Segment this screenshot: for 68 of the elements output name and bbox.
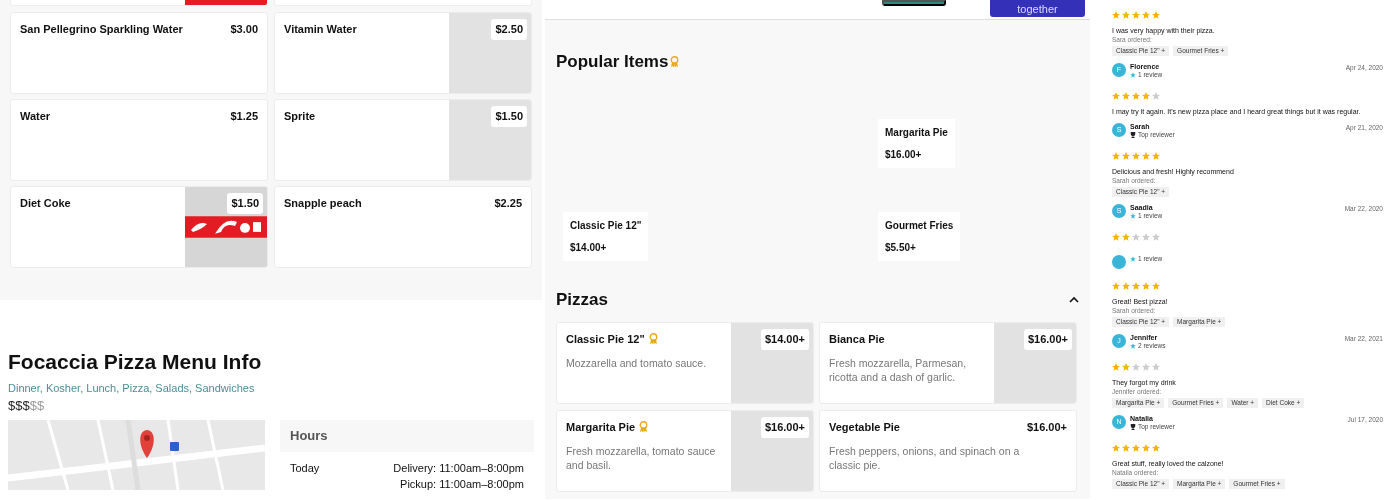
item-price: $14.00+ — [570, 240, 608, 255]
item-name: Bianca Pie — [829, 332, 885, 347]
hours-text: Delivery: 11:00am–8:00pm — [393, 460, 524, 476]
category-links[interactable]: Dinner, Kosher, Lunch, Pizza, Salads, Sandwiches — [8, 379, 534, 396]
price-tag: $16.00+ — [1023, 329, 1072, 350]
item-name: Vitamin Water — [284, 22, 357, 37]
item-name: Margarita Pie — [885, 125, 948, 140]
star-icon — [1130, 256, 1136, 262]
header-button[interactable] — [882, 0, 946, 6]
price-tag: $1.50 — [227, 193, 263, 214]
item-name: Snapple peach — [284, 196, 362, 211]
price-level-sign: $ — [22, 397, 30, 415]
section-title: Focaccia Pizza Menu Info — [8, 349, 263, 375]
item-description: Fresh mozzarella, Parmesan, ricotta and a dash of garlic. — [829, 355, 968, 384]
item-name: Vegetable Pie — [829, 420, 900, 435]
item-name: Water — [20, 109, 51, 124]
item-name: Classic Pie 12" — [570, 218, 642, 233]
section-title: Pizzas — [556, 288, 608, 311]
day-label: Today — [290, 460, 320, 476]
price-level-sign: $ — [29, 397, 37, 415]
item-description: Fresh mozzarella, tomato sauce and basil. — [566, 443, 717, 472]
item-price: $3.00 — [230, 22, 258, 37]
star-icon — [1130, 213, 1136, 219]
section-title: Popular Items — [556, 51, 669, 73]
menu-card[interactable]: Water $1.25 — [10, 99, 268, 181]
star-icon — [1130, 72, 1136, 78]
item-name: Classic Pie 12" — [566, 332, 645, 347]
popular-item-card[interactable]: Classic Pie 12" $14.00+ — [563, 211, 649, 261]
item-description: Mozzarella and tomato sauce. — [566, 355, 708, 370]
menu-card[interactable]: Bianca Pie Fresh mozzarella, Parmesan, ricotta and a dash of garlic. $16.00+ — [819, 322, 1077, 404]
popular-item-card[interactable]: Margarita Pie $16.00+ — [878, 118, 955, 168]
menu-card[interactable]: Classic Pie 12" Mozzarella and tomato sauce. $14.00+ — [556, 322, 814, 404]
menu-card[interactable]: Diet Coke $1.50 — [10, 186, 268, 268]
price-tag: $16.00+ — [760, 417, 809, 438]
header-button[interactable]: together — [990, 0, 1085, 17]
price-level-sign: $ — [36, 397, 45, 415]
item-name: Sprite — [284, 109, 316, 124]
item-name: Gourmet Fries — [885, 218, 954, 233]
price-level-sign: $ — [8, 397, 16, 415]
item-price: $16.00+ — [1026, 420, 1067, 435]
item-price: $16.00+ — [885, 147, 923, 162]
item-name: Diet Coke — [20, 196, 71, 211]
menu-card[interactable]: San Pellegrino Sparkling Water $3.00 — [10, 12, 268, 94]
avatar — [1112, 255, 1126, 269]
item-price: $1.25 — [230, 109, 258, 124]
hours-text: Pickup: 11:00am–8:00pm — [399, 477, 524, 492]
hours-title: Hours — [280, 419, 534, 452]
item-description: Fresh peppers, onions, and spinach on a classic pie. — [829, 443, 1021, 472]
item-price: $5.50+ — [885, 240, 917, 255]
popular-item-card[interactable]: Gourmet Fries $5.50+ — [878, 211, 961, 261]
menu-card[interactable]: Margarita Pie Fresh mozzarella, tomato sauce and basil. $16.00+ — [556, 410, 814, 492]
trophy-icon — [1130, 424, 1136, 430]
star-icon — [1130, 343, 1136, 349]
item-name: San Pellegrino Sparkling Water — [20, 22, 183, 37]
menu-card[interactable]: Vitamin Water $2.50 — [274, 12, 532, 94]
menu-card[interactable]: Sprite $1.50 — [274, 99, 532, 181]
menu-card[interactable] — [10, 0, 268, 6]
chevron-icon[interactable] — [1069, 295, 1079, 303]
item-name: Margarita Pie — [566, 420, 636, 435]
menu-card[interactable]: Snapple peach $2.25 — [274, 186, 532, 268]
trophy-icon — [1130, 132, 1136, 138]
price-tag: $14.00+ — [760, 329, 809, 350]
item-price: $2.25 — [494, 196, 522, 211]
price-tag: $1.50 — [491, 106, 527, 127]
ribbon-icon — [670, 55, 680, 68]
price-level-sign: $ — [15, 397, 23, 415]
menu-card[interactable]: Vegetable Pie Fresh peppers, onions, and spinach on a classic pie. $16.00+ — [819, 410, 1077, 492]
price-tag: $2.50 — [491, 19, 527, 40]
